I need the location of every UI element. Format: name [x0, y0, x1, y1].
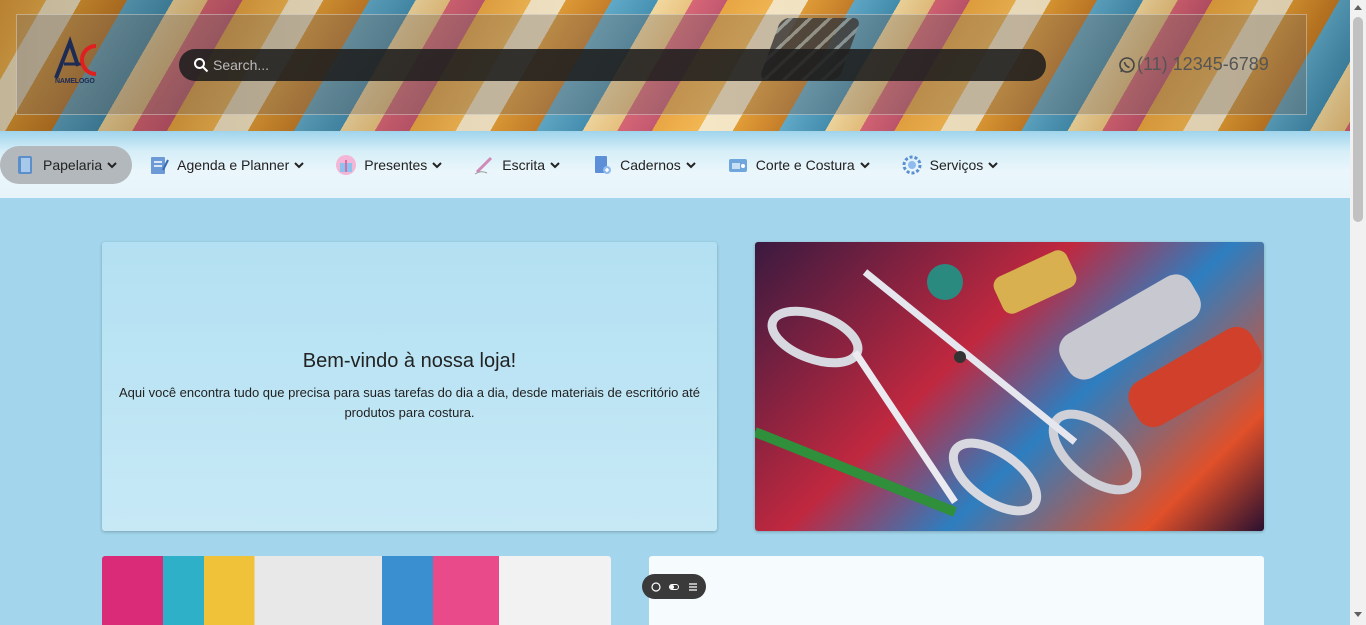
chat-icon[interactable]: [650, 581, 661, 592]
content-card: [649, 556, 1264, 625]
stationery-shelf-image: [102, 556, 611, 625]
toggle-icon[interactable]: [669, 582, 679, 592]
planner-icon: [151, 156, 170, 174]
services-gear-icon: [902, 155, 922, 174]
search-bar[interactable]: [179, 49, 1046, 81]
phone-number: (11) 12345-6789: [1137, 54, 1269, 74]
search-input[interactable]: [213, 57, 1013, 73]
nav-label: Papelaria: [43, 156, 103, 173]
scroll-thumb[interactable]: [1353, 17, 1363, 222]
nav-item-servicos[interactable]: Serviços: [887, 146, 1014, 184]
logo-text: NAMELOGO: [55, 78, 95, 85]
search-icon: [194, 58, 209, 73]
chevron-down-icon: [859, 161, 870, 168]
nav-item-presentes[interactable]: Presentes: [321, 146, 457, 184]
notebook-icon: [18, 155, 32, 174]
scissors-illustration: [755, 250, 1262, 517]
chevron-down-icon: [686, 161, 696, 168]
nav-item-escrita[interactable]: Escrita: [459, 146, 575, 184]
nav-item-cadernos[interactable]: Cadernos: [577, 146, 711, 184]
chevron-down-icon: [432, 161, 443, 168]
nav-item-agenda-e-planner[interactable]: Agenda e Planner: [134, 146, 319, 184]
notebook-add-icon: [595, 155, 612, 174]
settings-icon[interactable]: [688, 582, 698, 592]
scroll-up-arrow[interactable]: [1354, 5, 1362, 10]
chevron-down-icon: [294, 161, 304, 168]
gift-icon: [336, 154, 357, 175]
nav-label: Agenda e Planner: [177, 156, 290, 173]
welcome-card: Bem-vindo à nossa loja! Aqui você encont…: [102, 242, 717, 531]
category-nav: Papelaria Agenda e Planner Presentes Esc…: [0, 131, 1350, 198]
nav-item-corte-e-costura[interactable]: Corte e Costura: [713, 146, 885, 184]
chevron-down-icon: [107, 161, 117, 168]
welcome-text: Aqui você encontra tudo que precisa para…: [118, 385, 700, 420]
nav-label: Presentes: [364, 156, 428, 173]
nav-item-papelaria[interactable]: Papelaria: [0, 145, 133, 184]
welcome-title: Bem-vindo à nossa loja!: [302, 350, 517, 372]
scissors-and-staplers-image: [755, 242, 1264, 531]
page-scrollbar[interactable]: [1350, 0, 1366, 625]
sewing-machine-icon: [728, 158, 747, 172]
nav-label: Serviços: [929, 156, 984, 173]
nav-label: Escrita: [502, 156, 546, 173]
floating-toolbar[interactable]: [642, 574, 706, 599]
nav-label: Cadernos: [620, 156, 681, 173]
chevron-down-icon: [988, 161, 999, 168]
whatsapp-icon: [1119, 56, 1135, 73]
nav-label: Corte e Costura: [755, 156, 855, 173]
scroll-down-arrow[interactable]: [1354, 612, 1362, 617]
pen-icon: [475, 156, 493, 174]
phone-contact[interactable]: (11) 12345-6789: [1118, 54, 1269, 75]
chevron-down-icon: [550, 161, 560, 168]
